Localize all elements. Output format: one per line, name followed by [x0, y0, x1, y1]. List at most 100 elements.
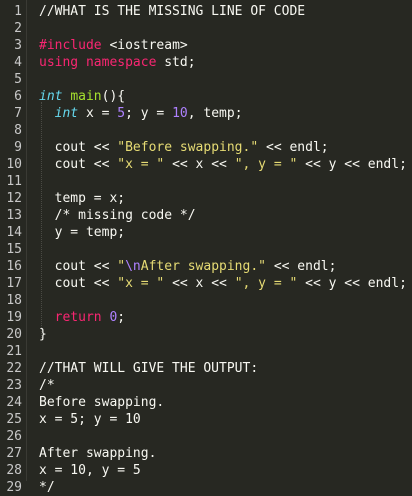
code-line[interactable]: 22 //THAT WILL GIVE THE OUTPUT:	[0, 360, 412, 377]
code-text[interactable]: /* missing code */	[39, 207, 196, 224]
code-text[interactable]: //WHAT IS THE MISSING LINE OF CODE	[39, 3, 305, 20]
code-line[interactable]: 27 After swapping.	[0, 445, 412, 462]
line-number: 10	[6, 157, 22, 172]
code-editor[interactable]: 1//WHAT IS THE MISSING LINE OF CODE 2 3 #in…	[0, 0, 412, 495]
code-line[interactable]: 16 cout << "\nAfter swapping." << endl;	[0, 258, 412, 275]
line-number: 6	[14, 89, 22, 104]
code-token-plain: Before swapping.	[39, 395, 165, 410]
code-text[interactable]: int main(){	[39, 88, 125, 105]
line-number: 25	[6, 412, 22, 427]
code-line[interactable]: 20}	[0, 326, 412, 343]
code-line[interactable]: 2	[0, 20, 412, 37]
code-text[interactable]: cout << "Before swapping." << endl;	[39, 139, 329, 156]
code-token-num: 5	[117, 106, 126, 121]
code-token-plain: << endl;	[266, 259, 337, 274]
code-token-pp: #include	[39, 38, 110, 53]
code-line[interactable]: 18	[0, 292, 412, 309]
code-token-plain: }	[39, 327, 47, 342]
code-token-plain: << x <<	[164, 276, 235, 291]
code-line[interactable]: 26	[0, 428, 412, 445]
line-number: 9	[14, 140, 22, 155]
line-number: 13	[6, 208, 22, 223]
line-number: 23	[6, 378, 22, 393]
line-number: 12	[6, 191, 22, 206]
code-text[interactable]: */	[39, 479, 55, 496]
code-token-plain: , temp;	[187, 106, 243, 121]
code-token-plain: << y << endl;	[297, 157, 407, 172]
line-number: 3	[14, 38, 22, 53]
code-line[interactable]: 11	[0, 173, 412, 190]
code-token-num: 10	[172, 106, 188, 121]
code-token-plain: */	[39, 480, 55, 495]
code-line[interactable]: 29 */	[0, 479, 412, 496]
line-number: 22	[6, 361, 22, 376]
code-token-ppv: <iostream>	[109, 38, 188, 53]
line-number: 2	[14, 21, 22, 36]
code-line[interactable]: 25 x = 5; y = 10	[0, 411, 412, 428]
code-token-str: ", y = "	[234, 157, 298, 172]
code-token-plain: cout <<	[39, 276, 118, 291]
code-line[interactable]: 10 cout << "x = " << x << ", y = " << y …	[0, 156, 412, 173]
code-token-type: int	[39, 89, 71, 104]
code-text[interactable]: Before swapping.	[39, 394, 164, 411]
line-number: 17	[6, 276, 22, 291]
code-token-plain: cout <<	[39, 157, 118, 172]
code-line[interactable]: 24 Before swapping.	[0, 394, 412, 411]
code-text[interactable]: cout << "x = " << x << ", y = " << y << …	[39, 275, 407, 292]
code-line[interactable]: 9 cout << "Before swapping." << endl;	[0, 139, 412, 156]
code-token-comment: //WHAT IS THE MISSING LINE OF CODE	[39, 4, 306, 19]
code-token-str: ", y = "	[234, 276, 298, 291]
code-token-plain: << x <<	[164, 157, 235, 172]
code-token-plain: cout <<	[39, 259, 118, 274]
line-number: 24	[6, 395, 22, 410]
code-token-str: "x = "	[117, 276, 165, 291]
code-line[interactable]: 7 int x = 5; y = 10, temp;	[0, 105, 412, 122]
code-line[interactable]: 19 return 0;	[0, 309, 412, 326]
code-text[interactable]: }	[39, 326, 47, 343]
line-number: 28	[6, 463, 22, 478]
code-line[interactable]: 6 int main(){	[0, 88, 412, 105]
code-line[interactable]: 5	[0, 71, 412, 88]
code-token-fn: main	[70, 89, 102, 104]
code-text[interactable]: y = temp;	[39, 224, 125, 241]
code-text[interactable]: temp = x;	[39, 190, 125, 207]
code-line[interactable]: 8	[0, 122, 412, 139]
code-text[interactable]: /*	[39, 377, 55, 394]
line-number: 11	[6, 174, 22, 189]
code-token-plain: x = 5; y = 10	[39, 412, 141, 427]
code-token-comment: //THAT WILL GIVE THE OUTPUT:	[39, 361, 259, 376]
code-line[interactable]: 12 temp = x;	[0, 190, 412, 207]
line-number: 8	[14, 123, 22, 138]
line-number: 14	[6, 225, 22, 240]
code-line[interactable]: 23 /*	[0, 377, 412, 394]
code-line[interactable]: 15	[0, 241, 412, 258]
code-text[interactable]: //THAT WILL GIVE THE OUTPUT:	[39, 360, 258, 377]
line-number: 7	[14, 106, 22, 121]
code-token-plain: << endl;	[258, 140, 329, 155]
code-line[interactable]: 14 y = temp;	[0, 224, 412, 241]
code-line[interactable]: 4 using namespace std;	[0, 54, 412, 71]
code-token-str: "Before swapping."	[117, 140, 259, 155]
code-text[interactable]: return 0;	[39, 309, 125, 326]
code-line[interactable]: 3 #include <iostream>	[0, 37, 412, 54]
code-token-str: "x = "	[117, 157, 165, 172]
code-text[interactable]: cout << "\nAfter swapping." << endl;	[39, 258, 337, 275]
line-number: 29	[6, 480, 22, 495]
code-line[interactable]: 17 cout << "x = " << x << ", y = " << y …	[0, 275, 412, 292]
code-text[interactable]: using namespace std;	[39, 54, 196, 71]
code-text[interactable]: After swapping.	[39, 445, 156, 462]
code-text[interactable]: #include <iostream>	[39, 37, 188, 54]
code-text[interactable]: x = 10, y = 5	[39, 462, 141, 479]
code-line[interactable]: 1 //WHAT IS THE MISSING LINE OF CODE	[0, 3, 412, 20]
code-token-plain: ; y =	[125, 106, 173, 121]
code-line[interactable]: 13 /* missing code */	[0, 207, 412, 224]
code-token-str: "	[117, 259, 126, 274]
code-token-kw: return	[54, 310, 110, 325]
code-text[interactable]: int x = 5; y = 10, temp;	[39, 105, 243, 122]
code-text[interactable]: cout << "x = " << x << ", y = " << y << …	[39, 156, 407, 173]
code-token-esc: \n	[125, 259, 141, 274]
code-line[interactable]: 28 x = 10, y = 5	[0, 462, 412, 479]
code-line[interactable]: 21	[0, 343, 412, 360]
code-text[interactable]: x = 5; y = 10	[39, 411, 141, 428]
